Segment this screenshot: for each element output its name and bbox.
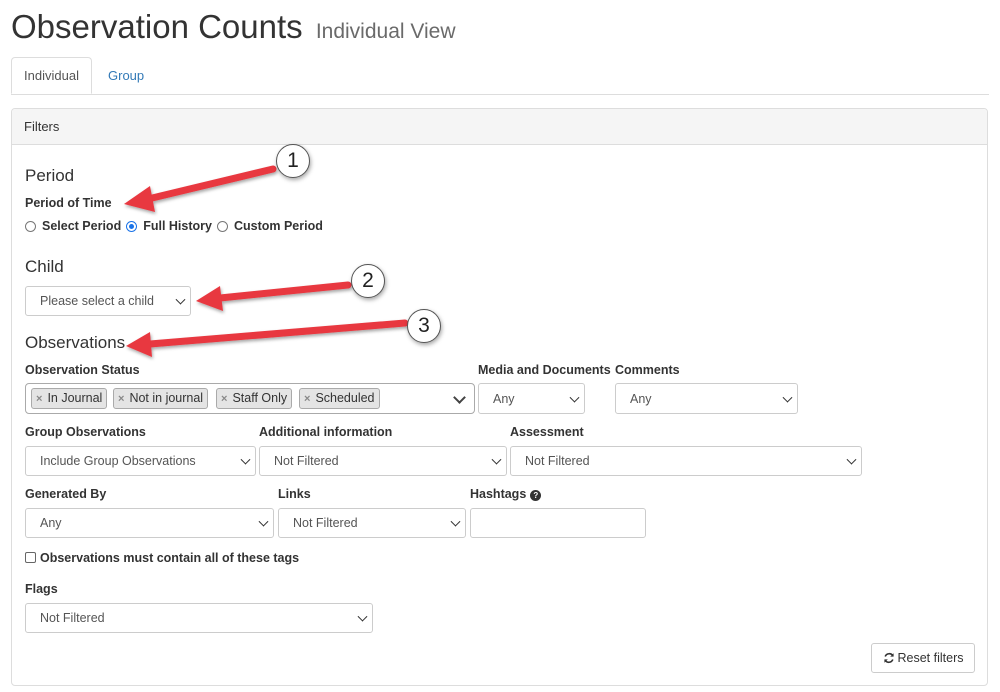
checkbox-label: Observations must contain all of these t…: [40, 551, 300, 565]
hashtags-label: Hashtags?: [470, 487, 542, 501]
period-of-time-label: Period of Time: [25, 196, 112, 210]
hashtags-input[interactable]: [470, 508, 646, 538]
observation-status-label: Observation Status: [25, 363, 140, 377]
must-contain-all-tags-checkbox-row[interactable]: Observations must contain all of these t…: [25, 551, 299, 565]
period-radio-group: Select Period Full History Custom Period: [25, 219, 328, 233]
generated-by-label: Generated By: [25, 487, 107, 501]
child-select-value: Please select a child: [40, 294, 154, 308]
generated-by-select[interactable]: Any: [25, 508, 274, 538]
page-subtitle: Individual View: [315, 20, 456, 43]
select-value: Not Filtered: [525, 454, 590, 468]
hashtags-label-text: Hashtags: [470, 487, 527, 501]
chevron-down-icon[interactable]: [453, 391, 466, 404]
select-value: Not Filtered: [40, 611, 105, 625]
observation-status-multiselect[interactable]: × In Journal × Not in journal × Staff Only …: [25, 383, 475, 414]
reset-filters-label: Reset filters: [897, 651, 964, 665]
tag-in-journal[interactable]: × In Journal: [31, 388, 108, 409]
radio-label: Custom Period: [233, 219, 323, 233]
tag-label: Scheduled: [315, 391, 375, 405]
chevron-down-icon: [782, 392, 793, 403]
radio-button[interactable]: [25, 220, 36, 232]
select-value: Not Filtered: [293, 516, 358, 530]
select-value: Include Group Observations: [40, 454, 196, 468]
radio-label: Select Period: [42, 219, 122, 233]
chevron-down-icon: [846, 454, 857, 465]
chevron-down-icon: [240, 454, 251, 465]
radio-button-selected[interactable]: [126, 220, 138, 232]
media-documents-select[interactable]: Any: [478, 383, 585, 414]
page-title-text: Observation Counts: [11, 8, 303, 45]
question-circle-icon[interactable]: ?: [530, 490, 542, 501]
select-value: Any: [630, 391, 652, 406]
chevron-down-icon: [175, 294, 186, 305]
links-label: Links: [278, 487, 311, 501]
period-heading: Period: [25, 166, 75, 185]
chevron-down-icon: [258, 516, 269, 527]
remove-tag-icon[interactable]: ×: [221, 393, 227, 405]
chevron-down-icon: [450, 516, 461, 527]
tag-not-in-journal[interactable]: × Not in journal: [113, 388, 209, 409]
observations-heading: Observations: [25, 333, 126, 352]
annotation-badge-3: 3: [407, 309, 441, 343]
tag-label: Staff Only: [232, 391, 288, 405]
additional-information-label: Additional information: [259, 425, 393, 439]
radio-label: Full History: [143, 219, 212, 233]
remove-tag-icon[interactable]: ×: [304, 393, 310, 405]
page-title: Observation Counts Individual View: [11, 8, 456, 46]
chevron-down-icon: [491, 454, 502, 465]
flags-label: Flags: [25, 582, 58, 596]
view-tabs: Individual Group: [11, 57, 989, 95]
chevron-down-icon: [357, 611, 368, 622]
comments-label: Comments: [615, 363, 680, 377]
select-value: Any: [40, 516, 62, 530]
assessment-label: Assessment: [510, 425, 584, 439]
chevron-down-icon: [569, 392, 580, 403]
radio-select-period[interactable]: Select Period: [25, 219, 121, 233]
additional-information-select[interactable]: Not Filtered: [259, 446, 507, 476]
media-documents-label: Media and Documents: [478, 363, 611, 377]
tag-staff-only[interactable]: × Staff Only: [216, 388, 293, 409]
child-heading: Child: [25, 257, 64, 276]
tab-individual[interactable]: Individual: [11, 57, 92, 94]
annotation-badge-1: 1: [276, 144, 310, 178]
tab-group[interactable]: Group: [108, 57, 144, 94]
filters-panel-header: Filters: [12, 109, 987, 145]
tag-label: Not in journal: [129, 391, 204, 405]
select-value: Not Filtered: [274, 454, 339, 468]
remove-tag-icon[interactable]: ×: [118, 393, 124, 405]
radio-custom-period[interactable]: Custom Period: [216, 219, 323, 233]
flags-select[interactable]: Not Filtered: [25, 603, 373, 633]
radio-button[interactable]: [216, 220, 228, 232]
radio-full-history[interactable]: Full History: [126, 219, 212, 233]
annotation-badge-2: 2: [351, 264, 385, 298]
remove-tag-icon[interactable]: ×: [36, 393, 42, 405]
comments-select[interactable]: Any: [615, 383, 798, 414]
tag-label: In Journal: [47, 391, 103, 405]
checkbox[interactable]: [25, 552, 36, 563]
select-value: Any: [493, 391, 515, 406]
child-select[interactable]: Please select a child: [25, 286, 191, 316]
assessment-select[interactable]: Not Filtered: [510, 446, 862, 476]
reset-filters-button[interactable]: Reset filters: [871, 643, 975, 673]
group-observations-label: Group Observations: [25, 425, 146, 439]
tag-scheduled[interactable]: × Scheduled: [299, 388, 380, 409]
group-observations-select[interactable]: Include Group Observations: [25, 446, 256, 476]
links-select[interactable]: Not Filtered: [278, 508, 466, 538]
refresh-icon: [883, 652, 894, 664]
